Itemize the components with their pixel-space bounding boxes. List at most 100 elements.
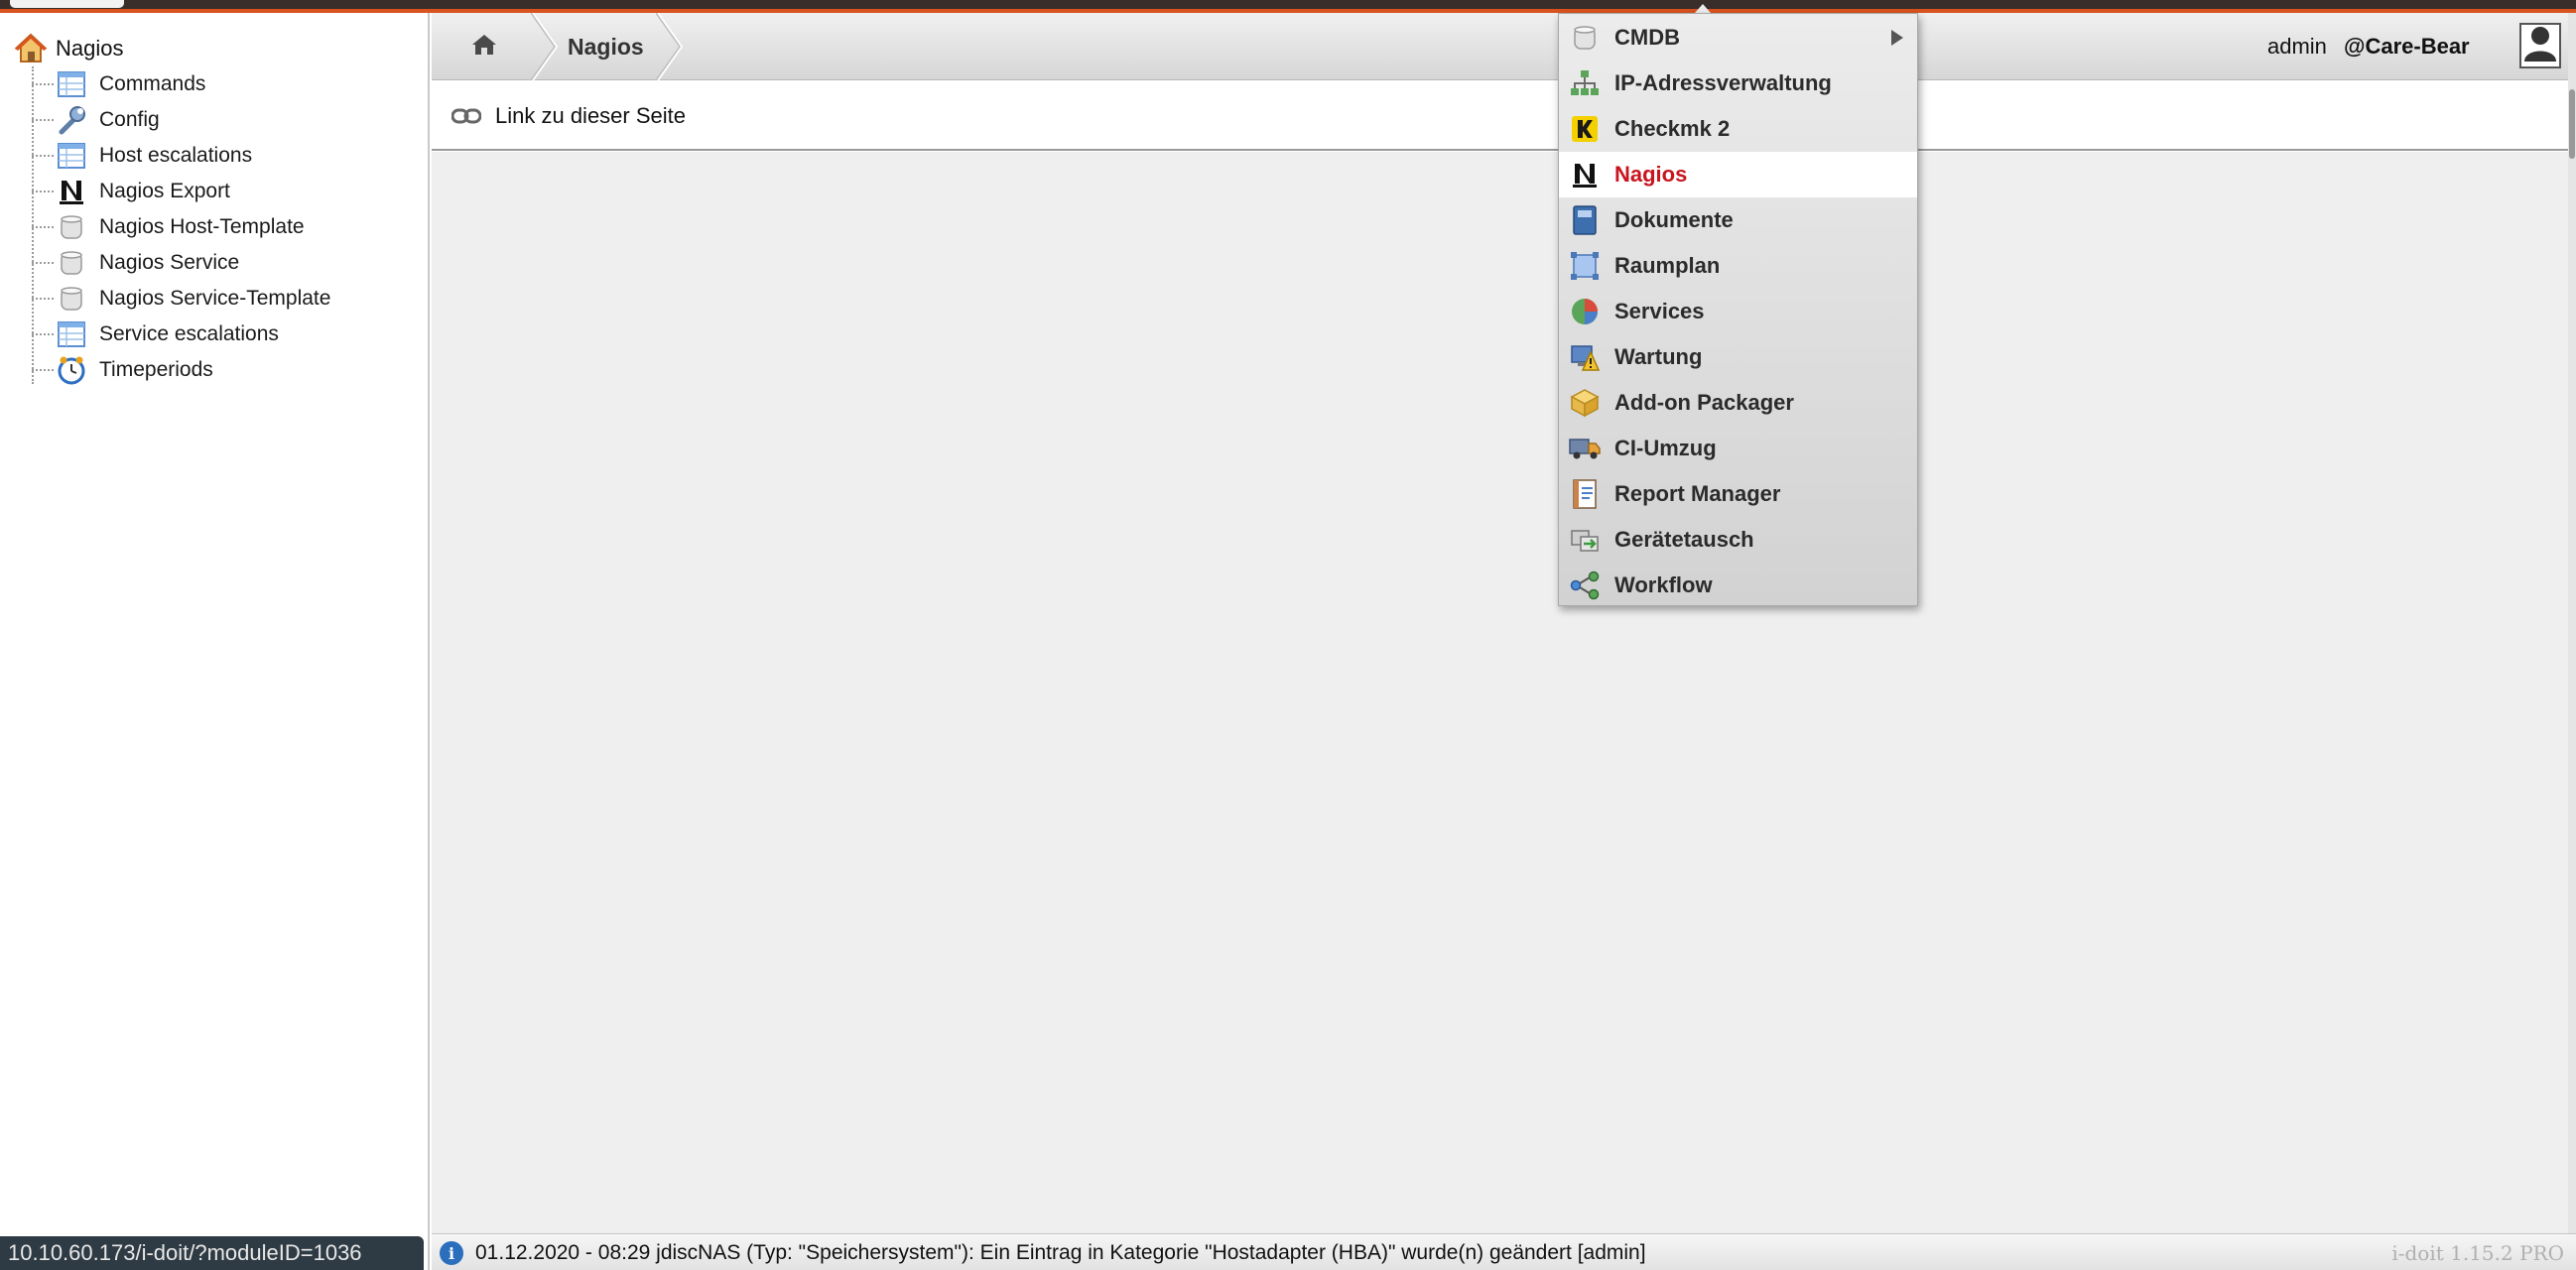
status-bar: i 01.12.2020 - 08:29 jdiscNAS (Typ: "Spe…	[432, 1233, 2576, 1270]
info-icon: i	[440, 1241, 463, 1265]
tree-item-nagios-service[interactable]: Nagios Service	[32, 245, 239, 281]
breadcrumb-separator	[531, 13, 559, 80]
breadcrumb-current[interactable]: Nagios	[568, 13, 644, 80]
tree-dash	[32, 226, 54, 228]
menu-item-ci-umzug[interactable]: CI-Umzug	[1559, 426, 1917, 471]
home-icon	[14, 32, 48, 65]
menu-item-label: Report Manager	[1614, 481, 1781, 506]
menu-item-nagios[interactable]: Nagios	[1559, 152, 1917, 197]
scrollbar-track[interactable]	[2568, 13, 2576, 1243]
menu-item-label: IP-Adressverwaltung	[1614, 70, 1832, 95]
user-name[interactable]: admin	[2267, 13, 2327, 80]
table-icon	[56, 140, 87, 172]
menu-item-label: Raumplan	[1614, 253, 1721, 278]
floorplan-icon	[1569, 250, 1601, 282]
menu-item-label: CMDB	[1614, 25, 1680, 50]
breadcrumb-home[interactable]	[432, 13, 536, 80]
database-icon	[56, 211, 87, 243]
table-icon	[56, 68, 87, 100]
top-bar-tab[interactable]	[10, 0, 124, 8]
status-message: 01.12.2020 - 08:29 jdiscNAS (Typ: "Speic…	[475, 1240, 1646, 1264]
tree-item-label: Nagios Service	[99, 251, 240, 274]
tree-item-label: Commands	[99, 72, 206, 95]
menu-item-raumplan[interactable]: Raumplan	[1559, 243, 1917, 289]
tree-dash	[32, 190, 54, 192]
wrench-icon	[56, 104, 87, 136]
tree-item-label: Host escalations	[99, 144, 253, 167]
menu-item-label: Dokumente	[1614, 207, 1734, 232]
tree-item-label: Nagios Export	[99, 180, 230, 202]
workflow-icon	[1569, 570, 1601, 601]
database-icon	[56, 247, 87, 279]
tree-root-nagios[interactable]: Nagios	[14, 31, 123, 66]
tree-dash	[32, 369, 54, 371]
maintenance-icon	[1569, 341, 1601, 373]
tree-item-label: Service escalations	[99, 322, 279, 345]
pie-icon	[1569, 296, 1601, 327]
menu-item-geraetetausch[interactable]: Gerätetausch	[1559, 517, 1917, 563]
user-icon	[2522, 25, 2558, 66]
tree-item-label: Nagios Service-Template	[99, 287, 331, 310]
nagios-n-icon	[1569, 159, 1601, 190]
tree-dash	[32, 333, 54, 335]
menu-item-label: Gerätetausch	[1614, 527, 1754, 552]
header-bar: Nagios admin @Care-Bear	[432, 13, 2576, 80]
tree-item-commands[interactable]: Commands	[32, 66, 205, 102]
menu-pointer	[1695, 4, 1711, 13]
breadcrumb-separator	[656, 13, 684, 80]
menu-item-label: Wartung	[1614, 344, 1703, 369]
tree-item-label: Nagios Host-Template	[99, 215, 305, 238]
tree-item-host-escalations[interactable]: Host escalations	[32, 138, 252, 174]
version-label: i-doit 1.15.2 PRO	[2391, 1240, 2564, 1265]
menu-item-checkmk-2[interactable]: Checkmk 2	[1559, 106, 1917, 152]
database-icon	[56, 283, 87, 315]
menu-item-dokumente[interactable]: Dokumente	[1559, 197, 1917, 243]
page-toolbar: Link zu dieser Seite	[432, 81, 2568, 151]
tree-dash	[32, 119, 54, 121]
main-content	[432, 152, 2568, 1233]
tree-item-config[interactable]: Config	[32, 102, 160, 138]
menu-item-label: Checkmk 2	[1614, 116, 1731, 141]
tree-dash	[32, 155, 54, 157]
avatar[interactable]	[2519, 23, 2561, 68]
menu-item-cmdb[interactable]: CMDB	[1559, 15, 1917, 61]
clock-icon	[56, 354, 87, 386]
home-icon	[471, 33, 497, 62]
package-icon	[1569, 387, 1601, 419]
tree-dash	[32, 298, 54, 300]
menu-item-add-on-packager[interactable]: Add-on Packager	[1559, 380, 1917, 426]
menu-item-label: Nagios	[1614, 162, 1688, 187]
tree-item-nagios-service-template[interactable]: Nagios Service-Template	[32, 281, 330, 317]
scrollbar-thumb[interactable]	[2569, 89, 2575, 159]
tree-item-nagios-export[interactable]: Nagios Export	[32, 174, 230, 209]
sidebar-tree: Nagios Commands Config Host escalations …	[0, 13, 430, 1270]
link-icon[interactable]	[451, 103, 481, 129]
menu-item-wartung[interactable]: Wartung	[1559, 334, 1917, 380]
report-icon	[1569, 478, 1601, 510]
link-to-page[interactable]: Link zu dieser Seite	[495, 81, 686, 151]
checkmk-icon	[1569, 113, 1601, 145]
menu-item-report-manager[interactable]: Report Manager	[1559, 471, 1917, 517]
nagios-n-icon	[56, 176, 87, 207]
menu-item-label: Add-on Packager	[1614, 390, 1794, 415]
top-accent-bar	[0, 0, 2576, 13]
tree-item-timeperiods[interactable]: Timeperiods	[32, 352, 213, 388]
menu-item-workflow[interactable]: Workflow	[1559, 563, 1917, 608]
truck-icon	[1569, 433, 1601, 464]
modules-dropdown-menu: CMDB IP-Adressverwaltung Checkmk 2 Nagio…	[1558, 13, 1918, 606]
menu-item-ip-adressverwaltung[interactable]: IP-Adressverwaltung	[1559, 61, 1917, 106]
tree-item-service-escalations[interactable]: Service escalations	[32, 317, 279, 352]
tree-dash	[32, 83, 54, 85]
swap-icon	[1569, 524, 1601, 556]
tree-item-label: Timeperiods	[99, 358, 213, 381]
menu-item-label: Workflow	[1614, 572, 1713, 597]
tree-item-nagios-host-template[interactable]: Nagios Host-Template	[32, 209, 305, 245]
menu-item-services[interactable]: Services	[1559, 289, 1917, 334]
tenant-name[interactable]: @Care-Bear	[2344, 13, 2470, 80]
tree-item-label: Config	[99, 108, 160, 131]
tree-dash	[32, 262, 54, 264]
tree-root-label: Nagios	[56, 36, 124, 61]
network-icon	[1569, 67, 1601, 99]
menu-item-label: CI-Umzug	[1614, 436, 1717, 460]
book-icon	[1569, 204, 1601, 236]
